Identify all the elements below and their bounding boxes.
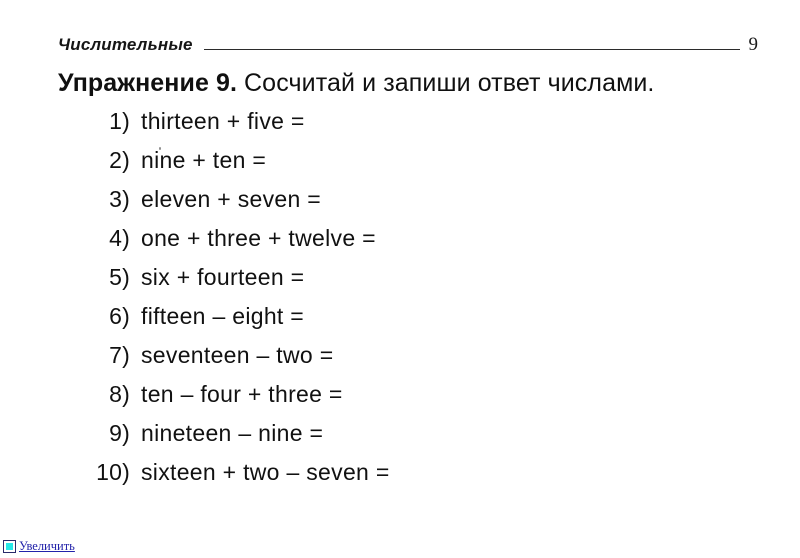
header-rule-icon xyxy=(203,49,740,50)
task-marker: 8) xyxy=(109,381,130,407)
task-expression: nineteen – nine = xyxy=(141,420,324,446)
task-list: 1) thirteen + five = 2) nine + ten = 3) eleve… xyxy=(58,108,658,498)
task-row: 5) six + fourteen = xyxy=(58,264,658,303)
zoom-link[interactable]: Увеличить xyxy=(19,539,75,554)
task-marker: 5) xyxy=(109,264,130,290)
task-expression: six + fourteen = xyxy=(141,264,305,290)
task-expression: ten – four + three = xyxy=(141,381,343,407)
task-row: 1) thirteen + five = xyxy=(58,108,658,147)
task-row: 4) one + three + twelve = xyxy=(58,225,658,264)
task-row: 6) fifteen – eight = xyxy=(58,303,658,342)
task-row: 9) nineteen – nine = xyxy=(58,420,658,459)
task-expression: eleven + seven = xyxy=(141,186,321,212)
task-marker: 9) xyxy=(109,420,130,446)
task-row: 10) sixteen + two – seven = xyxy=(58,459,658,498)
task-marker: 3) xyxy=(109,186,130,212)
broken-image-icon xyxy=(3,540,16,553)
task-expression: seventeen – two = xyxy=(141,342,334,368)
page-number: 9 xyxy=(748,34,759,55)
task-row: 7) seventeen – two = xyxy=(58,342,658,381)
task-marker: 1) xyxy=(109,108,130,134)
zoom-link-bar[interactable]: Увеличить xyxy=(3,538,75,555)
page-running-head: Числительные 9 xyxy=(58,34,758,60)
exercise-instruction: Сосчитай и запиши ответ числами. xyxy=(244,69,655,97)
task-marker: 4) xyxy=(109,225,130,251)
task-marker: 7) xyxy=(109,342,130,368)
task-marker: 6) xyxy=(109,303,130,329)
task-expression: sixteen + two – seven = xyxy=(141,459,390,485)
task-expression: nine + ten = xyxy=(141,147,267,173)
exercise-heading: Упражнение 9. Сосчитай и запиши ответ чи… xyxy=(58,68,654,98)
exercise-label: Упражнение 9. xyxy=(58,69,238,97)
task-expression: thirteen + five = xyxy=(141,108,305,134)
task-row: 8) ten – four + three = xyxy=(58,381,658,420)
task-expression: one + three + twelve = xyxy=(141,225,376,251)
task-expression: fifteen – eight = xyxy=(141,303,305,329)
task-marker: 2) xyxy=(109,147,130,173)
task-row: 2) nine + ten = xyxy=(58,147,658,186)
worksheet-scan-image: Числительные 9 Упражнение 9. Сосчитай и … xyxy=(0,0,800,520)
scan-artifact-speck xyxy=(159,147,161,150)
section-title: Числительные xyxy=(58,35,193,54)
task-row: 3) eleven + seven = xyxy=(58,186,658,225)
task-marker: 10) xyxy=(96,459,130,485)
